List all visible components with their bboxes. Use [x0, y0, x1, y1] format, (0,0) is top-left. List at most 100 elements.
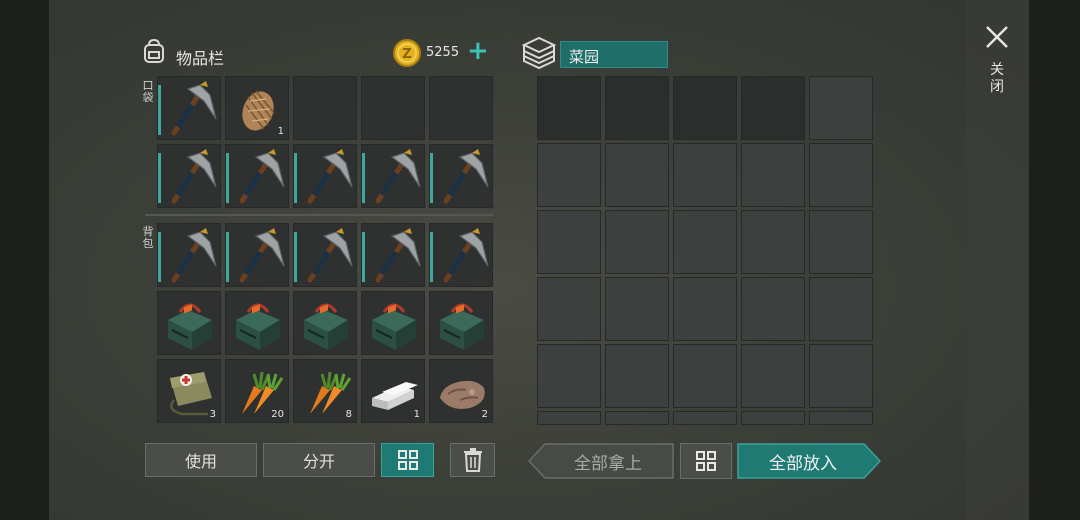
inventory-slot-pickaxe[interactable] [361, 144, 425, 208]
close-label: 关闭 [990, 62, 1004, 95]
container-name-field[interactable]: 菜园 [560, 41, 668, 68]
inventory-slot-empty[interactable] [361, 76, 425, 140]
sort-container-button[interactable] [680, 443, 732, 479]
toolkit-icon [364, 294, 424, 354]
toolkit-icon [228, 294, 288, 354]
item-count: 1 [413, 409, 420, 420]
container-slot-empty[interactable] [537, 411, 601, 425]
pickaxe-icon [432, 147, 492, 207]
add-currency-button[interactable]: + [467, 36, 489, 66]
split-button[interactable]: 分开 [263, 443, 375, 477]
pickaxe-icon [364, 226, 424, 286]
item-count: 3 [209, 409, 216, 420]
container-slot-empty[interactable] [809, 277, 873, 341]
delete-button[interactable] [450, 443, 495, 477]
container-slot-empty[interactable] [673, 76, 737, 140]
container-slot-empty[interactable] [537, 277, 601, 341]
currency-value: 5255 [426, 45, 460, 60]
container-slot-empty[interactable] [741, 76, 805, 140]
container-slot-empty[interactable] [537, 143, 601, 207]
pickaxe-icon [228, 226, 288, 286]
inventory-slot-medbag[interactable]: 3 [157, 359, 221, 423]
storage-box-icon [521, 36, 557, 70]
inventory-slot-iron-bar[interactable]: 1 [361, 359, 425, 423]
container-name: 菜园 [569, 48, 600, 66]
inventory-slot-pickaxe[interactable] [293, 144, 357, 208]
inventory-title: 物品栏 [176, 49, 225, 68]
inventory-slot-pickaxe[interactable] [157, 223, 221, 287]
inventory-slot-toolkit[interactable] [225, 291, 289, 355]
inventory-slot-pickaxe[interactable] [293, 223, 357, 287]
container-slot-empty[interactable] [673, 277, 737, 341]
container-slot-empty[interactable] [605, 210, 669, 274]
take-all-button[interactable]: 全部拿上 [528, 443, 674, 479]
container-slot-empty[interactable] [605, 411, 669, 425]
inventory-slot-pickaxe[interactable] [157, 76, 221, 140]
pickaxe-icon [432, 226, 492, 286]
inventory-slot-empty[interactable] [293, 76, 357, 140]
container-slot-empty[interactable] [741, 277, 805, 341]
grid-sort-icon [397, 449, 419, 471]
container-slot-empty[interactable] [605, 277, 669, 341]
inventory-slot-toolkit[interactable] [293, 291, 357, 355]
close-button[interactable] [984, 24, 1010, 50]
inventory-slot-pickaxe[interactable] [429, 223, 493, 287]
section-divider [145, 214, 493, 216]
backpack-icon [141, 38, 167, 64]
container-slot-empty[interactable] [673, 143, 737, 207]
grid-sort-icon [695, 450, 717, 472]
container-slot-empty[interactable] [537, 76, 601, 140]
container-slot-empty[interactable] [605, 143, 669, 207]
container-slot-empty[interactable] [741, 143, 805, 207]
container-slot-empty[interactable] [741, 344, 805, 408]
container-slot-empty[interactable] [809, 411, 873, 425]
close-icon [986, 26, 1008, 48]
use-button[interactable]: 使用 [145, 443, 257, 477]
container-slot-empty[interactable] [741, 411, 805, 425]
container-slot-empty[interactable] [673, 411, 737, 425]
container-slot-empty[interactable] [605, 344, 669, 408]
inventory-slot-carrot[interactable]: 20 [225, 359, 289, 423]
inventory-slot-pickaxe[interactable] [429, 144, 493, 208]
pocket-label: 口袋 [142, 79, 154, 104]
inventory-slot-hay[interactable]: 1 [225, 76, 289, 140]
container-slot-empty[interactable] [673, 210, 737, 274]
inventory-slot-pickaxe[interactable] [225, 144, 289, 208]
svg-text:Z: Z [402, 47, 411, 62]
item-count: 2 [481, 409, 488, 420]
container-slot-empty[interactable] [809, 344, 873, 408]
inventory-slot-pickaxe[interactable] [225, 223, 289, 287]
pickaxe-icon [160, 147, 220, 207]
take-all-label: 全部拿上 [574, 453, 642, 474]
toolkit-icon [296, 294, 356, 354]
container-slot-empty[interactable] [809, 210, 873, 274]
inventory-slot-pickaxe[interactable] [361, 223, 425, 287]
put-all-button[interactable]: 全部放入 [737, 443, 881, 479]
pickaxe-icon [364, 147, 424, 207]
pickaxe-icon [296, 226, 356, 286]
pickaxe-icon [160, 226, 220, 286]
container-slot-empty[interactable] [537, 344, 601, 408]
inventory-slot-toolkit[interactable] [361, 291, 425, 355]
inventory-slot-empty[interactable] [429, 76, 493, 140]
backpack-label: 背包 [142, 225, 154, 250]
container-slot-empty[interactable] [809, 76, 873, 140]
container-slot-empty[interactable] [809, 143, 873, 207]
trash-icon [462, 448, 484, 472]
pickaxe-icon [160, 79, 220, 139]
sort-inventory-button[interactable] [381, 443, 434, 477]
coin-icon: Z [392, 38, 422, 68]
inventory-slot-stone[interactable]: 2 [429, 359, 493, 423]
toolkit-icon [160, 294, 220, 354]
inventory-slot-carrot[interactable]: 8 [293, 359, 357, 423]
item-count: 20 [271, 409, 284, 420]
inventory-slot-toolkit[interactable] [157, 291, 221, 355]
container-slot-empty[interactable] [741, 210, 805, 274]
pickaxe-icon [228, 147, 288, 207]
toolkit-icon [432, 294, 492, 354]
container-slot-empty[interactable] [605, 76, 669, 140]
container-slot-empty[interactable] [537, 210, 601, 274]
container-slot-empty[interactable] [673, 344, 737, 408]
inventory-slot-toolkit[interactable] [429, 291, 493, 355]
inventory-slot-pickaxe[interactable] [157, 144, 221, 208]
